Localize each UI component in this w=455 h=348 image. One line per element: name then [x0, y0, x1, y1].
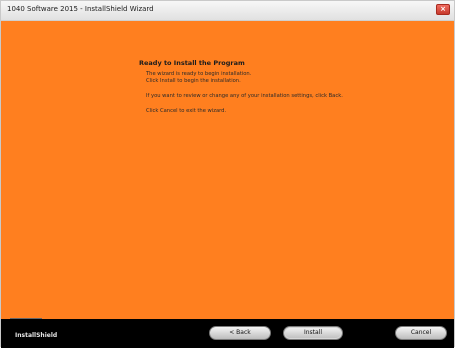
info-line-1: The wizard is ready to begin installatio…	[146, 71, 252, 77]
info-line-2: Click Install to begin the installation.	[146, 78, 241, 84]
window-title: 1040 Software 2015 - InstallShield Wizar…	[7, 5, 154, 13]
title-bar: 1040 Software 2015 - InstallShield Wizar…	[1, 1, 454, 21]
installshield-brand: InstallShield	[15, 332, 58, 339]
page-title: Ready to Install the Program	[139, 59, 245, 67]
info-line-4: Click Cancel to exit the wizard.	[146, 108, 227, 114]
install-button[interactable]: Install	[283, 326, 343, 340]
info-line-3: If you want to review or change any of y…	[146, 93, 343, 99]
cancel-button-label: Cancel	[410, 329, 432, 336]
back-button[interactable]: < Back	[209, 326, 271, 340]
installer-window: 1040 Software 2015 - InstallShield Wizar…	[0, 0, 455, 348]
install-button-label: Install	[303, 329, 323, 336]
close-icon: ×	[440, 5, 446, 13]
back-button-label: < Back	[229, 329, 251, 336]
cancel-button[interactable]: Cancel	[395, 326, 447, 340]
close-button[interactable]: ×	[436, 4, 450, 15]
